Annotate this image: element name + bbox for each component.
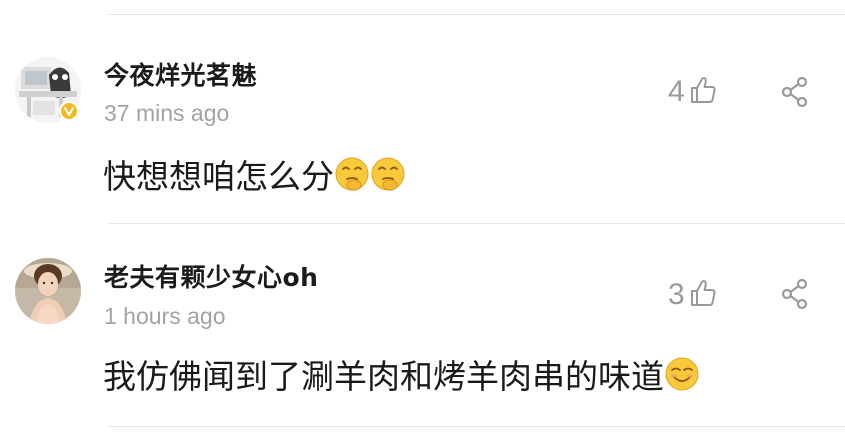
comment-text: 我仿佛闻到了涮羊肉和烤羊肉串的味道 xyxy=(103,357,664,396)
share-button[interactable] xyxy=(780,76,810,108)
smiling-emoji-icon xyxy=(664,356,700,392)
thinking-emoji-icon xyxy=(334,156,370,192)
like-button[interactable]: 3 xyxy=(668,275,717,315)
share-icon xyxy=(781,76,808,108)
username[interactable]: 今夜烊光茗魅 xyxy=(104,56,257,92)
timestamp: 37 mins ago xyxy=(104,100,230,126)
share-icon xyxy=(781,278,808,310)
thinking-emoji-icon xyxy=(370,156,406,192)
comment-text-row: 我仿佛闻到了涮羊肉和烤羊肉串的味道 xyxy=(103,350,700,398)
like-count: 4 xyxy=(668,75,685,108)
divider-top xyxy=(107,14,845,15)
divider-middle xyxy=(107,223,845,224)
like-count: 3 xyxy=(668,278,685,311)
share-button[interactable] xyxy=(780,278,810,310)
thumbs-up-icon xyxy=(689,278,717,312)
comment-text: 快想想咱怎么分 xyxy=(103,157,334,196)
divider-bottom xyxy=(107,426,845,427)
username[interactable]: 老夫有颗少女心oh xyxy=(104,258,318,294)
avatar[interactable] xyxy=(15,57,81,123)
thumbs-up-icon xyxy=(689,75,717,109)
verified-badge-icon xyxy=(59,101,79,121)
comment-text-row: 快想想咱怎么分 xyxy=(103,150,406,198)
like-button[interactable]: 4 xyxy=(668,72,717,112)
avatar[interactable] xyxy=(15,258,81,324)
timestamp: 1 hours ago xyxy=(104,303,226,329)
